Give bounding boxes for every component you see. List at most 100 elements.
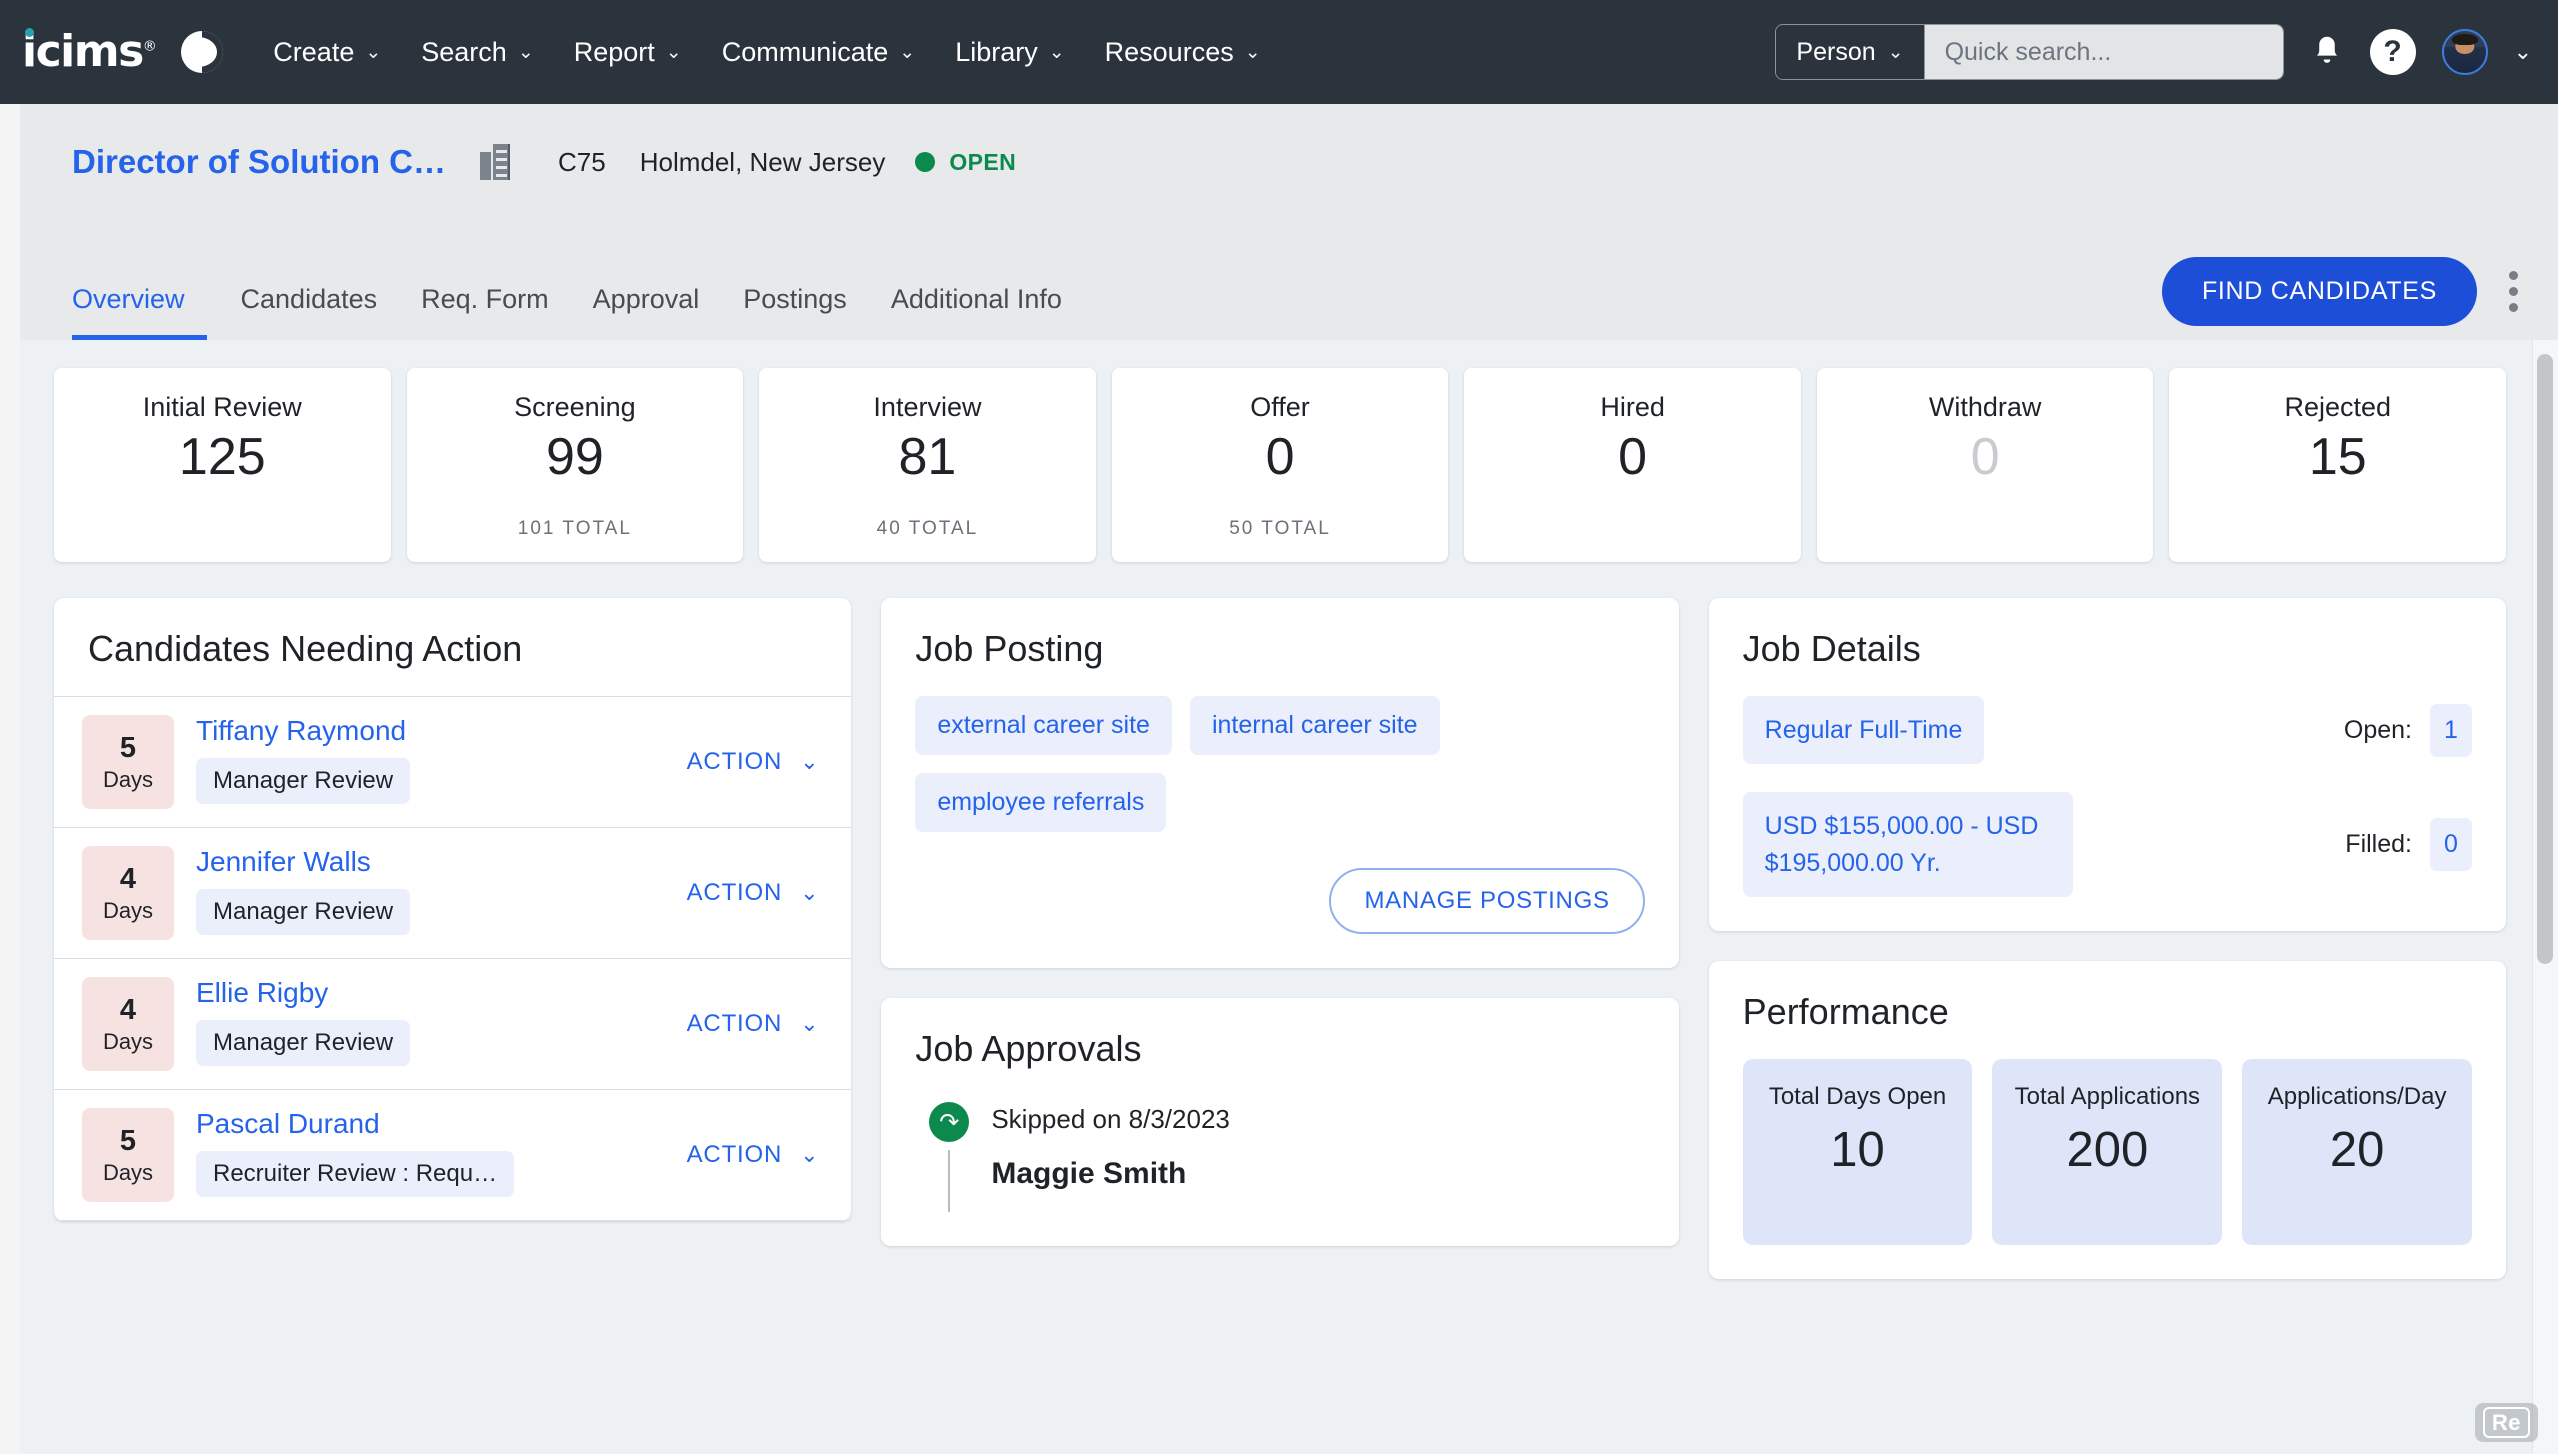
stat-card-initial-review[interactable]: Initial Review 125 [54, 368, 391, 562]
tab-candidates[interactable]: Candidates [219, 284, 400, 340]
manage-postings-button[interactable]: MANAGE POSTINGS [1329, 868, 1644, 934]
days-badge: 4 Days [82, 977, 174, 1071]
posting-chip-employee-referrals[interactable]: employee referrals [915, 773, 1166, 832]
stat-value: 125 [179, 429, 266, 486]
candidate-name-link[interactable]: Pascal Durand [196, 1108, 665, 1140]
dashboard-panels: Candidates Needing Action 5 Days Tiffany… [54, 598, 2506, 1279]
table-row[interactable]: 4 Days Jennifer Walls Manager Review ACT… [54, 828, 851, 959]
nav-item-report[interactable]: Report ⌄ [558, 27, 698, 78]
stat-label: Rejected [2284, 390, 2391, 425]
days-badge: 5 Days [82, 715, 174, 809]
job-details-row-open: Regular Full-Time Open: 1 [1743, 696, 2472, 764]
stat-card-interview[interactable]: Interview 81 40 TOTAL [759, 368, 1096, 562]
candidate-action-menu[interactable]: ACTION ⌄ [687, 1010, 830, 1038]
chevron-down-icon: ⌄ [800, 1142, 819, 1168]
open-value: 1 [2430, 704, 2472, 757]
days-count: 4 [120, 863, 136, 896]
days-label: Days [103, 767, 153, 793]
dashboard-content: Initial Review 125 Screening 99 101 TOTA… [20, 340, 2558, 1279]
icims-logo[interactable]: icims® [22, 30, 155, 74]
tab-approval[interactable]: Approval [571, 284, 722, 340]
metric-label: Total Days Open [1769, 1081, 1946, 1112]
search-input[interactable] [1945, 38, 2267, 67]
employment-type-chip[interactable]: Regular Full-Time [1743, 696, 1985, 764]
posting-chip-external-career-site[interactable]: external career site [915, 696, 1172, 755]
job-approvals-panel: Job Approvals ↷ Skipped on 8/3/2023 Magg… [881, 998, 1678, 1246]
chevron-down-icon: ⌄ [518, 43, 534, 62]
tab-list: Overview Candidates Req. Form Approval P… [72, 284, 1084, 340]
candidate-action-menu[interactable]: ACTION ⌄ [687, 748, 830, 776]
candidate-action-menu[interactable]: ACTION ⌄ [687, 1141, 830, 1169]
job-code: C75 [558, 147, 606, 178]
days-count: 5 [120, 1125, 136, 1158]
candidate-stage-chip: Manager Review [196, 1020, 410, 1066]
table-row[interactable]: 5 Days Pascal Durand Recruiter Review : … [54, 1090, 851, 1221]
nav-item-create[interactable]: Create ⌄ [257, 27, 397, 78]
candidate-info: Jennifer Walls Manager Review [196, 846, 665, 940]
metric-total-days-open: Total Days Open 10 [1743, 1059, 1973, 1245]
action-label: ACTION [687, 1141, 782, 1169]
help-button[interactable]: ? [2370, 29, 2416, 75]
stat-label: Withdraw [1929, 390, 2042, 425]
find-candidates-button[interactable]: FIND CANDIDATES [2162, 257, 2477, 326]
scrollbar-thumb[interactable] [2537, 354, 2553, 964]
stat-total: 40 TOTAL [877, 518, 979, 540]
nav-label-search: Search [421, 37, 507, 68]
search-scope-select[interactable]: Person ⌄ [1776, 25, 1924, 79]
candidate-name-link[interactable]: Tiffany Raymond [196, 715, 665, 747]
candidate-name-link[interactable]: Jennifer Walls [196, 846, 665, 878]
candidate-stage-chip: Manager Review [196, 889, 410, 935]
org-chart-icon[interactable] [480, 144, 514, 180]
top-navigation-bar: icims® Create ⌄ Search ⌄ Report ⌄ Commun… [0, 0, 2558, 104]
page-title[interactable]: Director of Solution C… [72, 143, 446, 181]
open-label: Open: [2344, 716, 2412, 745]
search-box[interactable] [1925, 25, 2283, 79]
metric-label: Total Applications [2015, 1081, 2200, 1112]
stat-card-offer[interactable]: Offer 0 50 TOTAL [1112, 368, 1449, 562]
sidebar-expand-button[interactable]: ❯ [0, 554, 20, 674]
primary-menu: Create ⌄ Search ⌄ Report ⌄ Communicate ⌄… [257, 27, 1276, 78]
days-badge: 4 Days [82, 846, 174, 940]
metric-applications-per-day: Applications/Day 20 [2242, 1059, 2472, 1245]
avatar[interactable] [2442, 29, 2488, 75]
metric-value: 10 [1830, 1122, 1885, 1178]
candidate-action-menu[interactable]: ACTION ⌄ [687, 879, 830, 907]
nav-item-library[interactable]: Library ⌄ [939, 27, 1080, 78]
job-details-panel: Job Details Regular Full-Time Open: 1 US… [1709, 598, 2506, 931]
stat-card-hired[interactable]: Hired 0 [1464, 368, 1801, 562]
nav-item-resources[interactable]: Resources ⌄ [1089, 27, 1277, 78]
posting-chip-internal-career-site[interactable]: internal career site [1190, 696, 1440, 755]
notifications-button[interactable] [2310, 34, 2344, 70]
nav-item-search[interactable]: Search ⌄ [405, 27, 549, 78]
salary-range-chip[interactable]: USD $155,000.00 - USD $195,000.00 Yr. [1743, 792, 2073, 897]
tab-postings[interactable]: Postings [721, 284, 869, 340]
action-label: ACTION [687, 1010, 782, 1038]
candidate-name-link[interactable]: Ellie Rigby [196, 977, 665, 1009]
nav-item-communicate[interactable]: Communicate ⌄ [706, 27, 931, 78]
stat-label: Hired [1600, 390, 1665, 425]
bell-icon [2310, 34, 2344, 70]
stat-card-rejected[interactable]: Rejected 15 [2169, 368, 2506, 562]
tab-overview[interactable]: Overview [72, 284, 207, 340]
stat-card-withdraw[interactable]: Withdraw 0 [1817, 368, 2154, 562]
pie-mark-icon [181, 31, 223, 73]
days-label: Days [103, 1160, 153, 1186]
tab-additional-info[interactable]: Additional Info [869, 284, 1084, 340]
nav-label-report: Report [574, 37, 655, 68]
brand-logo-group[interactable]: icims® [22, 30, 223, 74]
days-label: Days [103, 898, 153, 924]
panel-title: Candidates Needing Action [54, 598, 851, 697]
days-count: 5 [120, 732, 136, 765]
table-row[interactable]: 5 Days Tiffany Raymond Manager Review AC… [54, 697, 851, 828]
panel-column-middle: Job Posting external career site interna… [881, 598, 1678, 1279]
stat-card-screening[interactable]: Screening 99 101 TOTAL [407, 368, 744, 562]
table-row[interactable]: 4 Days Ellie Rigby Manager Review ACTION… [54, 959, 851, 1090]
tab-req-form[interactable]: Req. Form [399, 284, 571, 340]
chevron-down-icon: ⌄ [365, 43, 381, 62]
panel-column-right: Job Details Regular Full-Time Open: 1 US… [1709, 598, 2506, 1279]
vertical-scrollbar[interactable] [2532, 340, 2558, 1454]
job-location: Holmdel, New Jersey [640, 147, 886, 178]
user-menu-chevron-down-icon[interactable]: ⌄ [2514, 39, 2532, 65]
more-options-icon[interactable] [2503, 265, 2524, 318]
nav-label-resources: Resources [1105, 37, 1234, 68]
